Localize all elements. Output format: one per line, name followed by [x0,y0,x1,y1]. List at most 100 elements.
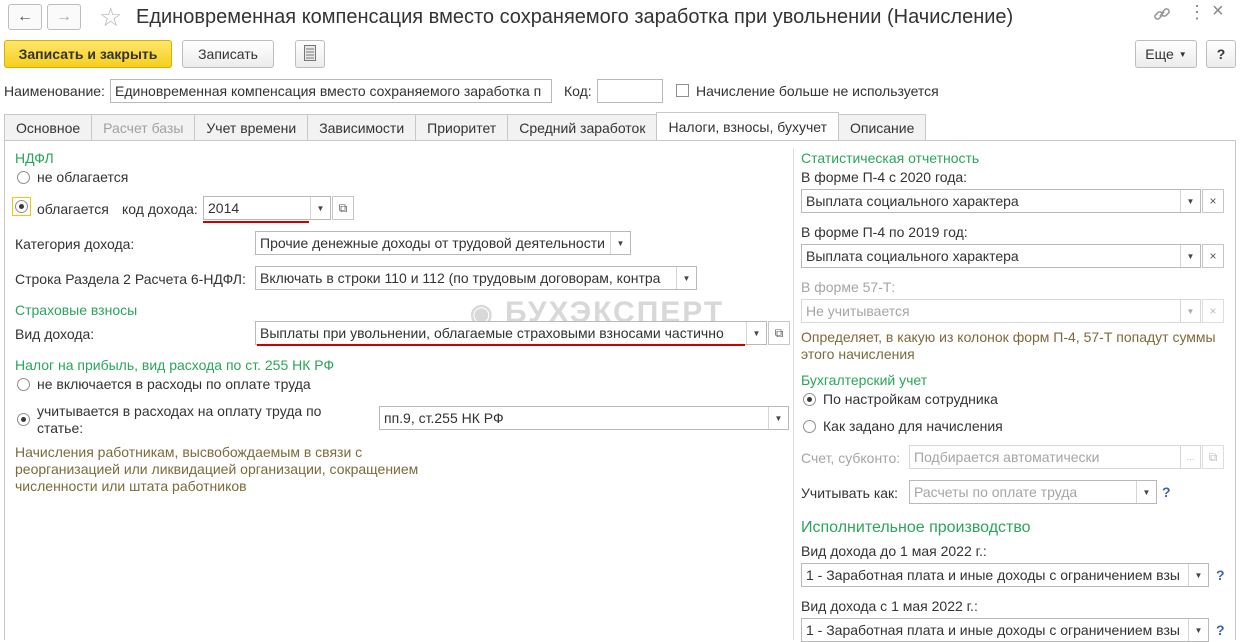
ellipsis-icon[interactable]: … [1180,446,1200,468]
acc-by-employee-label: По настройкам сотрудника [823,391,998,407]
exec-after-select[interactable]: 1 - Заработная плата и иные доходы с огр… [801,618,1209,642]
article-value: пп.9, ст.255 НК РФ [384,410,504,426]
row6-select[interactable]: Включать в строки 110 и 112 (по трудовым… [255,266,697,290]
chevron-down-icon[interactable]: ▼ [1180,245,1200,267]
tab-description[interactable]: Описание [837,114,927,140]
chevron-down-icon[interactable]: ▼ [610,232,630,254]
acc-as-set-label: Как задано для начисления [823,418,1003,434]
report-button[interactable] [295,40,325,68]
chevron-down-icon[interactable]: ▼ [768,407,788,429]
chevron-down-icon[interactable]: ▼ [310,197,330,219]
account-input[interactable]: Подбирается автоматически … [909,445,1201,469]
tab-average-earnings[interactable]: Средний заработок [507,114,658,140]
code-input[interactable] [597,79,663,103]
account-open-button[interactable]: ⧉ [1202,445,1224,469]
ndfl-taxed-label: облагается [37,201,109,217]
consider-value: Расчеты по оплате труда [914,484,1078,500]
p4-2019-label: В форме П-4 по 2019 год: [801,224,968,240]
acc-by-employee-radio[interactable] [803,393,816,406]
income-type-label: Вид дохода: [15,326,95,342]
name-input[interactable]: Единовременная компенсация вместо сохран… [110,79,552,103]
chevron-down-icon[interactable]: ▼ [1188,619,1208,641]
tab-base-calculation[interactable]: Расчет базы [91,114,196,140]
clear-icon: × [1209,304,1217,318]
ndfl-not-taxed-radio[interactable] [17,171,30,184]
tab-bar: Основное Расчет базы Учет времени Зависи… [4,112,927,140]
f57-clear-button[interactable]: × [1202,299,1224,323]
f57-value: Не учитывается [806,303,910,319]
income-category-value: Прочие денежные доходы от трудовой деяте… [260,235,605,251]
income-code-open-button[interactable]: ⧉ [332,196,354,220]
chevron-down-icon: ▼ [1178,49,1187,59]
tab-taxes[interactable]: Налоги, взносы, бухучет [656,112,839,140]
acc-as-set-radio[interactable] [803,420,816,433]
exec-group-title: Исполнительное производство [801,519,1031,536]
clear-icon: × [1209,194,1217,208]
favorite-star-icon[interactable]: ☆ [99,2,122,33]
tab-dependencies[interactable]: Зависимости [307,114,417,140]
chevron-down-icon[interactable]: ▼ [1180,300,1200,322]
income-type-underline [257,344,745,346]
income-type-open-button[interactable]: ⧉ [768,321,790,345]
link-icon[interactable] [1152,4,1172,26]
close-icon[interactable]: × [1212,0,1224,23]
article-hint: Начисления работникам, высвобождаемым в … [15,444,418,495]
chevron-down-icon[interactable]: ▼ [1180,190,1200,212]
tab-time-accounting[interactable]: Учет времени [194,114,309,140]
column-divider [793,148,794,640]
p4-2020-clear-button[interactable]: × [1202,189,1224,213]
income-type-input[interactable]: Выплаты при увольнении, облагаемые страх… [255,321,767,345]
back-button[interactable]: ← [8,4,42,30]
profit-not-included-radio[interactable] [17,378,30,391]
chevron-down-icon[interactable]: ▼ [1188,564,1208,586]
income-code-input[interactable]: 2014 ▼ [203,196,331,220]
ndfl-taxed-radio[interactable] [15,200,28,213]
article-select[interactable]: пп.9, ст.255 НК РФ ▼ [379,406,789,430]
exec-after-help-icon[interactable]: ? [1216,622,1225,638]
stat-hint-line2: этого начисления [801,346,915,362]
p4-2019-clear-button[interactable]: × [1202,244,1224,268]
profit-tax-group-title: Налог на прибыль, вид расхода по ст. 255… [15,357,335,373]
exec-before-help-icon[interactable]: ? [1216,567,1225,583]
p4-2020-select[interactable]: Выплата социального характера ▼ [801,189,1201,213]
window-title: Единовременная компенсация вместо сохран… [136,6,1014,28]
ndfl-not-taxed-label: не облагается [37,169,129,185]
stat-hint: Определяет, в какую из колонок форм П-4,… [801,329,1216,363]
p4-2019-select[interactable]: Выплата социального характера ▼ [801,244,1201,268]
save-and-close-button[interactable]: Записать и закрыть [4,40,172,68]
consider-select[interactable]: Расчеты по оплате труда ▼ [909,480,1157,504]
exec-before-select[interactable]: 1 - Заработная плата и иные доходы с огр… [801,563,1209,587]
f57-select[interactable]: Не учитывается ▼ [801,299,1201,323]
more-button[interactable]: Еще ▼ [1135,40,1197,68]
menu-dots-icon[interactable]: ⋮ [1188,2,1206,23]
consider-help-icon[interactable]: ? [1162,484,1171,500]
unused-checkbox[interactable] [676,84,689,97]
chevron-down-icon[interactable]: ▼ [676,267,696,289]
name-label: Наименование: [4,83,105,99]
tab-main[interactable]: Основное [4,114,93,140]
account-value: Подбирается автоматически [914,449,1100,465]
tab-priority[interactable]: Приоритет [415,114,509,140]
unused-label: Начисление больше не используется [696,83,939,99]
profit-included-label-line2: статье: [37,420,84,436]
income-category-select[interactable]: Прочие денежные доходы от трудовой деяте… [255,231,631,255]
ndfl-taxed-radio-focus [12,197,31,216]
arrow-left-icon: ← [17,8,33,25]
clear-icon: × [1209,249,1217,263]
insurance-group-title: Страховые взносы [15,302,138,318]
help-button[interactable]: ? [1206,40,1236,68]
article-hint-line2: реорганизацией или ликвидацией организац… [15,461,419,477]
article-hint-line3: численности или штата работников [15,478,247,494]
f57-label: В форме 57-Т: [801,279,896,295]
chevron-down-icon[interactable]: ▼ [1136,481,1156,503]
income-code-value: 2014 [208,200,240,216]
save-button[interactable]: Записать [182,40,274,68]
article-hint-line1: Начисления работникам, высвобождаемым в … [15,444,363,460]
p4-2020-value: Выплата социального характера [806,193,1019,209]
profit-included-radio[interactable] [17,413,30,426]
open-window-icon: ⧉ [1208,449,1218,464]
forward-button[interactable]: → [47,4,81,30]
more-button-label: Еще [1145,46,1174,62]
chevron-down-icon[interactable]: ▼ [746,322,766,344]
open-window-icon: ⧉ [338,200,348,215]
